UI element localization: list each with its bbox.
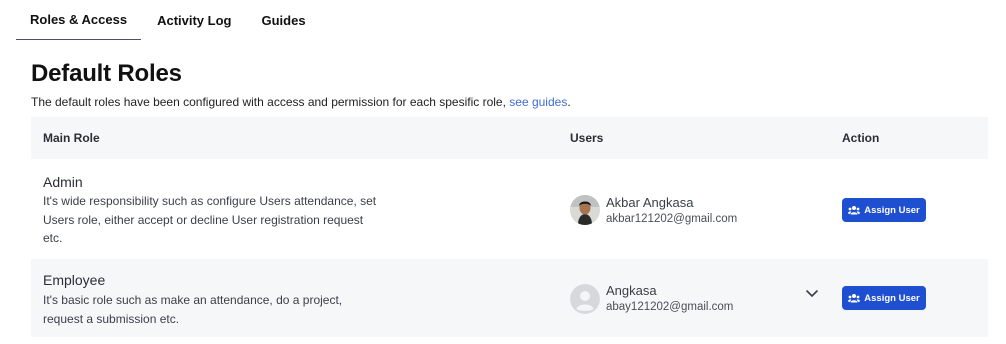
description-suffix: . [567, 95, 571, 109]
users-icon [848, 294, 861, 303]
tab-roles-access[interactable]: Roles & Access [16, 0, 142, 40]
see-guides-link[interactable]: see guides [509, 95, 567, 109]
description-text: The default roles have been configured w… [31, 95, 506, 109]
chevron-down-icon[interactable] [804, 285, 820, 301]
assign-user-button[interactable]: Assign User [842, 286, 926, 310]
table-row: Admin It's wide responsibility such as c… [31, 159, 988, 259]
default-user-icon [570, 284, 600, 314]
table-header: Main Role Users Action [31, 117, 988, 159]
assign-user-label: Assign User [864, 292, 920, 304]
column-header-users: Users [570, 131, 604, 145]
column-header-action: Action [842, 131, 880, 145]
roles-table: Main Role Users Action Admin It's wide r… [31, 117, 988, 337]
column-header-main-role: Main Role [43, 131, 100, 145]
role-name: Admin [43, 174, 83, 190]
page-title: Default Roles [31, 60, 182, 87]
tab-bar: Roles & Access Activity Log Guides [16, 0, 320, 40]
assign-user-label: Assign User [864, 204, 920, 216]
users-icon [848, 206, 861, 215]
user-email: akbar121202@gmail.com [606, 213, 738, 225]
user-name: Akbar Angkasa [606, 195, 694, 210]
role-name: Employee [43, 272, 106, 288]
avatar [570, 195, 600, 225]
user-photo-icon [570, 195, 600, 225]
user-name: Angkasa [606, 283, 657, 298]
tab-activity-log[interactable]: Activity Log [143, 0, 245, 40]
assign-user-button[interactable]: Assign User [842, 198, 926, 222]
tab-guides[interactable]: Guides [247, 0, 319, 40]
avatar [570, 284, 600, 314]
page-description: The default roles have been configured w… [31, 95, 571, 109]
role-description: It's wide responsibility such as configu… [43, 194, 377, 245]
user-email: abay121202@gmail.com [606, 301, 734, 313]
role-description: It's basic role such as make an attendan… [43, 293, 343, 326]
table-row: Employee It's basic role such as make an… [31, 259, 988, 337]
